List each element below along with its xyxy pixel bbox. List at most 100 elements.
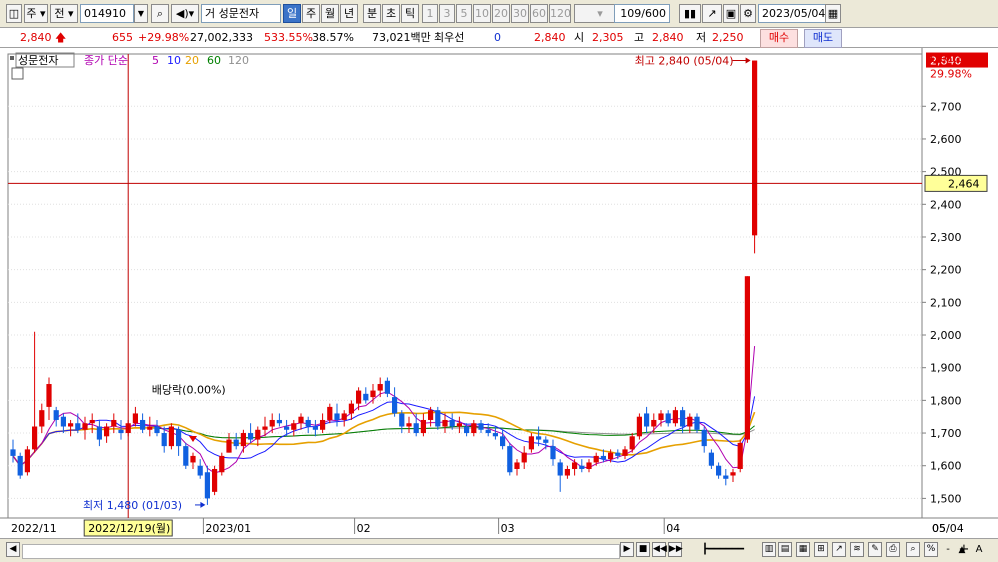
layout-icon[interactable]: ◫: [6, 4, 22, 23]
data-count-field[interactable]: 109/600: [614, 4, 670, 23]
legend-ma-20: 20: [185, 54, 199, 67]
turnover: 38.57%: [312, 31, 354, 44]
period-tab-0[interactable]: 일: [283, 4, 301, 23]
candle-body: [456, 423, 462, 427]
interval-button-6[interactable]: 60: [530, 4, 548, 23]
x-tick-label: 03: [501, 522, 515, 535]
percent-icon[interactable]: %: [924, 542, 938, 557]
interval-button-7[interactable]: 120: [549, 4, 571, 23]
high-annotation: 최고 2,840 (05/04): [635, 55, 734, 68]
low-annotation: 최저 1,480 (01/03): [83, 499, 182, 512]
y-tick-label: 2,400: [930, 198, 962, 211]
price-axis-panel: [922, 48, 998, 518]
y-tick-label: 2,200: [930, 264, 962, 277]
search-icon[interactable]: ⌕: [151, 4, 169, 23]
candle-body: [557, 462, 563, 476]
stop-icon[interactable]: ■: [636, 542, 650, 557]
interval-button-0[interactable]: 1: [422, 4, 438, 23]
market-type-select[interactable]: 주 ▾: [24, 4, 48, 23]
chevron-down-icon[interactable]: ▼: [134, 4, 148, 23]
candle-body: [118, 429, 124, 434]
zoom-out-button[interactable]: -: [942, 543, 954, 558]
legend-table-icon[interactable]: [11, 67, 24, 80]
candle-body: [75, 423, 81, 430]
legend-ma-10: 10: [167, 54, 181, 67]
period-tab-4[interactable]: 분: [363, 4, 381, 23]
line-tool-icon[interactable]: ↗: [702, 4, 722, 23]
all-select[interactable]: 전 ▾: [50, 4, 78, 23]
candle-body: [183, 446, 189, 466]
x-tick-label: 2022/11: [11, 522, 57, 535]
candle-body: [190, 455, 196, 463]
pattern-icon[interactable]: ≋: [850, 542, 864, 557]
period-tab-1[interactable]: 주: [302, 4, 320, 23]
fast-forward-icon[interactable]: ▶▶: [668, 542, 683, 557]
scroll-track[interactable]: [22, 544, 620, 559]
axis-top-label: L:91.89: [930, 52, 971, 65]
period-tab-3[interactable]: 년: [340, 4, 358, 23]
zoom-in-button[interactable]: +: [958, 543, 970, 558]
y-tick-label: 2,000: [930, 329, 962, 342]
stock-code-input[interactable]: 014910: [80, 4, 134, 23]
candle-body: [478, 423, 484, 430]
compare-icon[interactable]: ▤: [778, 542, 792, 557]
open-label: 시: [574, 31, 585, 44]
gear-icon[interactable]: ⚙: [740, 4, 756, 23]
zoom-slider[interactable]: ┣━━━━━━: [690, 543, 756, 558]
candle-body: [543, 439, 549, 443]
trend-icon[interactable]: ↗: [832, 542, 846, 557]
play-icon[interactable]: ▶: [620, 542, 634, 557]
buy-button[interactable]: 매수: [760, 29, 798, 48]
sell-button[interactable]: 매도: [804, 29, 842, 48]
candle-body: [399, 413, 405, 427]
candle-body: [82, 423, 88, 430]
scroll-left-icon[interactable]: ◀: [6, 542, 20, 557]
interval-button-1[interactable]: 3: [439, 4, 455, 23]
price-chart[interactable]: 1,500 1,600 1,700 1,800 1,900 2,000 2,100 2,200…: [0, 48, 998, 538]
period-tab-5[interactable]: 초: [382, 4, 400, 23]
candle-body: [305, 419, 311, 427]
x-tick-label: 05/04: [932, 522, 964, 535]
candle-body: [622, 449, 628, 456]
candle-body: [550, 446, 556, 460]
interval-button-4[interactable]: 20: [492, 4, 510, 23]
toolbar: ◫ 주 ▾ 전 ▾ 014910 ▼ ⌕ ◀)▾ 거 성문전자 일주월년분초틱 …: [0, 0, 998, 28]
candle-body: [629, 436, 635, 450]
candle-body: [298, 416, 304, 424]
date-field[interactable]: 2023/05/04: [758, 4, 826, 23]
stock-name-field[interactable]: 거 성문전자: [201, 4, 281, 23]
interval-button-2[interactable]: 5: [456, 4, 472, 23]
legend-ma-120: 120: [228, 54, 249, 67]
print-icon[interactable]: ⎙: [886, 542, 900, 557]
speaker-icon[interactable]: ◀)▾: [171, 4, 199, 23]
auto-scale-button[interactable]: A: [972, 543, 986, 558]
period-tab-2[interactable]: 월: [321, 4, 339, 23]
candle-body: [449, 419, 455, 427]
candle-body: [269, 419, 275, 427]
stock-name: 성문전자: [218, 7, 260, 20]
candle-body: [471, 423, 477, 434]
magnifier-icon[interactable]: ⌕: [906, 542, 920, 557]
calendar-icon[interactable]: ▦: [825, 4, 841, 23]
indicator-icon[interactable]: ⊞: [814, 542, 828, 557]
interval-button-3[interactable]: 10: [473, 4, 491, 23]
chart-type-icon[interactable]: ▥: [762, 542, 776, 557]
candle-body: [262, 426, 268, 430]
rewind-icon[interactable]: ◀◀: [652, 542, 667, 557]
drawing-icon[interactable]: ✎: [868, 542, 882, 557]
overlay-icon[interactable]: ▦: [796, 542, 810, 557]
stock-prefix: 거: [205, 7, 216, 20]
interval-button-5[interactable]: 30: [511, 4, 529, 23]
candle-body: [39, 410, 45, 427]
legend-ma-60: 60: [207, 54, 221, 67]
chart-area[interactable]: 1,500 1,600 1,700 1,800 1,900 2,000 2,100 2,200…: [0, 48, 998, 538]
best-ask: 2,840: [534, 31, 566, 44]
save-icon[interactable]: ▣: [723, 4, 739, 23]
candle-settings-icon[interactable]: ▮▮: [679, 4, 701, 23]
candle-body: [255, 429, 261, 440]
period-tab-6[interactable]: 틱: [401, 4, 419, 23]
candle-body: [312, 426, 318, 430]
y-tick-label: 1,700: [930, 427, 962, 440]
legend-square-icon: [10, 56, 14, 60]
candle-body: [644, 413, 650, 427]
